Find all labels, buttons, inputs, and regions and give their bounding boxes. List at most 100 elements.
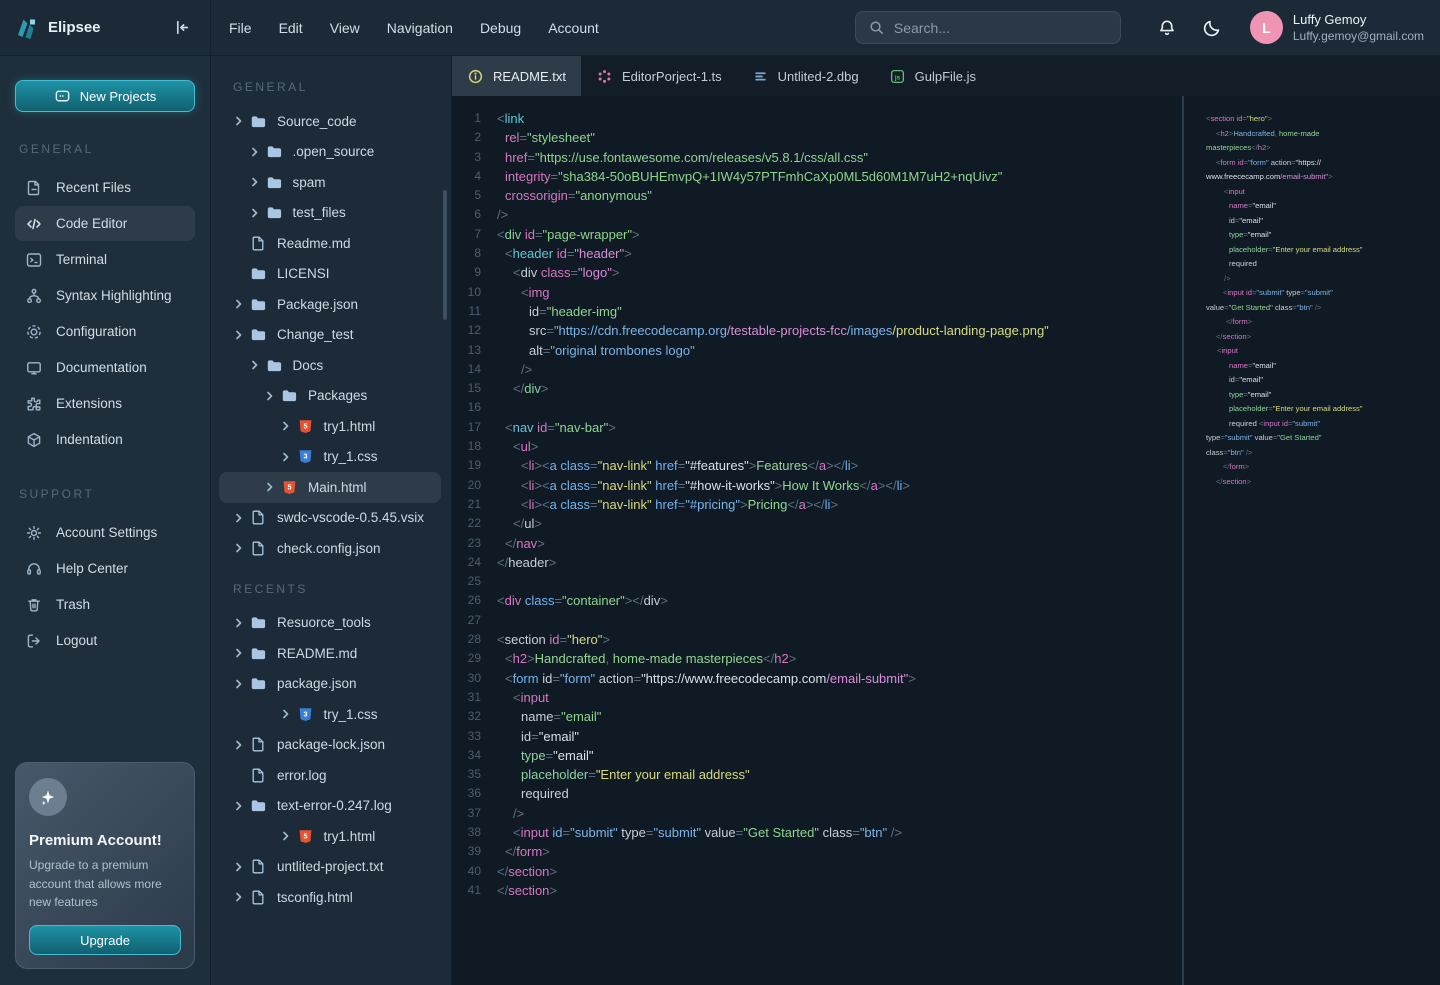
tree-item-open-source[interactable]: .open_source	[219, 137, 441, 168]
minimap[interactable]: <section id="hero"><h2>Handcrafted, home…	[1182, 96, 1440, 985]
tree-item-tsconfig-html[interactable]: tsconfig.html	[219, 882, 441, 913]
sidebar-item-label: Documentation	[56, 360, 147, 375]
app-title: Elipsee	[48, 19, 101, 36]
tree-item-label: LICENSI	[277, 266, 330, 281]
folder-icon	[266, 143, 283, 160]
tree-item-try1-html[interactable]: 5try1.html	[219, 411, 441, 442]
tree-item-docs[interactable]: Docs	[219, 350, 441, 381]
line-number: 38	[452, 823, 481, 842]
file-icon	[250, 736, 267, 753]
menu-item-file[interactable]: File	[229, 20, 252, 36]
tree-item-test-files[interactable]: test_files	[219, 198, 441, 229]
sidebar-item-syntax-highlighting[interactable]: Syntax Highlighting	[15, 278, 195, 313]
tab-label: README.txt	[493, 69, 566, 84]
tree-item-source-code[interactable]: Source_code	[219, 106, 441, 137]
minimap-line: type="email"	[1206, 228, 1434, 243]
tree-item-change-test[interactable]: Change_test	[219, 320, 441, 351]
sidebar-item-code-editor[interactable]: Code Editor	[15, 206, 195, 241]
menu-item-view[interactable]: View	[330, 20, 360, 36]
tree-item-packages[interactable]: Packages	[219, 381, 441, 412]
minimap-line: </section>	[1206, 475, 1434, 490]
file-explorer-scrollbar[interactable]	[443, 190, 447, 320]
minimap-line: masterpieces</h2>	[1206, 141, 1434, 156]
search-input[interactable]	[894, 20, 1094, 36]
line-number: 14	[452, 360, 481, 379]
collapse-sidebar-icon[interactable]	[168, 15, 194, 41]
tree-item-check-config-json[interactable]: check.config.json	[219, 533, 441, 564]
tree-item-try1-html[interactable]: 5try1.html	[219, 821, 441, 852]
sidebar-item-terminal[interactable]: Terminal	[15, 242, 195, 277]
search-box[interactable]	[855, 11, 1121, 44]
tree-item-error-log[interactable]: error.log	[219, 760, 441, 791]
tab-gulpfile-js[interactable]: jsGulpFile.js	[874, 56, 991, 96]
html-icon: 5	[281, 479, 298, 496]
menu-item-edit[interactable]: Edit	[279, 20, 303, 36]
sidebar-item-label: Extensions	[56, 396, 122, 411]
notifications-bell-icon[interactable]	[1154, 15, 1180, 41]
sidebar-item-trash[interactable]: Trash	[15, 587, 195, 622]
tree-item-package-lock-json[interactable]: package-lock.json	[219, 730, 441, 761]
tree-item-resuorce-tools[interactable]: Resuorce_tools	[219, 608, 441, 639]
editor-area: README.txt EditorPorject-1.tsUntlited-2.d…	[452, 56, 1440, 985]
tree-item-package-json[interactable]: package.json	[219, 669, 441, 700]
upgrade-button[interactable]: Upgrade	[29, 925, 181, 955]
new-projects-button[interactable]: New Projects	[15, 80, 195, 112]
menu-item-account[interactable]: Account	[548, 20, 599, 36]
tree-item-package-json[interactable]: Package.json	[219, 289, 441, 320]
sidebar-item-account-settings[interactable]: Account Settings	[15, 515, 195, 550]
avatar: L	[1250, 11, 1283, 44]
sidebar-item-indentation[interactable]: Indentation	[15, 422, 195, 457]
tab-editorporject-1-ts[interactable]: EditorPorject-1.ts	[581, 56, 737, 96]
code-line: 23</nav>	[452, 534, 1182, 553]
code-line: 36required	[452, 784, 1182, 803]
chevron-spacer	[231, 266, 247, 282]
user-name: Luffy Gemoy	[1293, 12, 1424, 27]
code-line: 39</form>	[452, 842, 1182, 861]
sidebar-item-logout[interactable]: Logout	[15, 623, 195, 658]
brand-block: Elipsee	[0, 0, 211, 55]
code-editor-surface[interactable]: 1<link2rel="stylesheet"3href="https://us…	[452, 96, 1182, 985]
tree-item-readme-md[interactable]: README.md	[219, 638, 441, 669]
minimap-line: placeholder="Enter your email address"	[1206, 243, 1434, 258]
line-number: 5	[452, 186, 481, 205]
chevron-right-icon	[262, 388, 278, 404]
sidebar-item-help-center[interactable]: Help Center	[15, 551, 195, 586]
tree-item-try-1-css[interactable]: 3try_1.css	[219, 442, 441, 473]
line-number: 41	[452, 881, 481, 900]
trash-icon	[25, 596, 43, 614]
tree-item-label: package-lock.json	[277, 737, 385, 752]
menu-item-navigation[interactable]: Navigation	[387, 20, 453, 36]
menu-item-debug[interactable]: Debug	[480, 20, 521, 36]
code-line: 13alt="original trombones logo"	[452, 341, 1182, 360]
tree-item-readme-md[interactable]: Readme.md	[219, 228, 441, 259]
tree-section-general: GENERAL	[233, 80, 441, 94]
tree-item-untlited-project-txt[interactable]: untlited-project.txt	[219, 852, 441, 883]
tree-item-label: test_files	[293, 205, 346, 220]
tree-item-licensi[interactable]: LICENSI	[219, 259, 441, 290]
code-line: 10<img	[452, 283, 1182, 302]
chevron-right-icon	[231, 645, 247, 661]
tab-readme-txt[interactable]: README.txt	[452, 56, 581, 96]
tab-untlited-2-dbg[interactable]: Untlited-2.dbg	[737, 56, 874, 96]
tree-item-try-1-css[interactable]: 3try_1.css	[219, 699, 441, 730]
chevron-right-icon	[231, 510, 247, 526]
code-line: 21<li><a class="nav-link" href="#pricing…	[452, 495, 1182, 514]
code-line: 4integrity="sha384-50oBUHEmvpQ+1IW4y57PT…	[452, 167, 1182, 186]
sidebar-item-recent-files[interactable]: Recent Files	[15, 170, 195, 205]
sidebar-item-documentation[interactable]: Documentation	[15, 350, 195, 385]
sidebar-item-extensions[interactable]: Extensions	[15, 386, 195, 421]
recent-files-icon	[25, 179, 43, 197]
user-profile[interactable]: L Luffy Gemoy Luffy.gemoy@gmail.com	[1250, 11, 1424, 44]
tree-item-main-html[interactable]: 5Main.html	[219, 472, 441, 503]
code-line: 7<div id="page-wrapper">	[452, 225, 1182, 244]
tree-item-swdc-vscode-0-5-45-vsix[interactable]: swdc-vscode-0.5.45.vsix	[219, 503, 441, 534]
tree-item-spam[interactable]: spam	[219, 167, 441, 198]
line-number: 31	[452, 688, 481, 707]
file-icon	[250, 767, 267, 784]
terminal-icon	[25, 251, 43, 269]
tree-item-text-error-0-247-log[interactable]: text-error-0.247.log	[219, 791, 441, 822]
line-number: 8	[452, 244, 481, 263]
chevron-spacer	[231, 235, 247, 251]
dark-mode-moon-icon[interactable]	[1199, 15, 1225, 41]
sidebar-item-configuration[interactable]: Configuration	[15, 314, 195, 349]
